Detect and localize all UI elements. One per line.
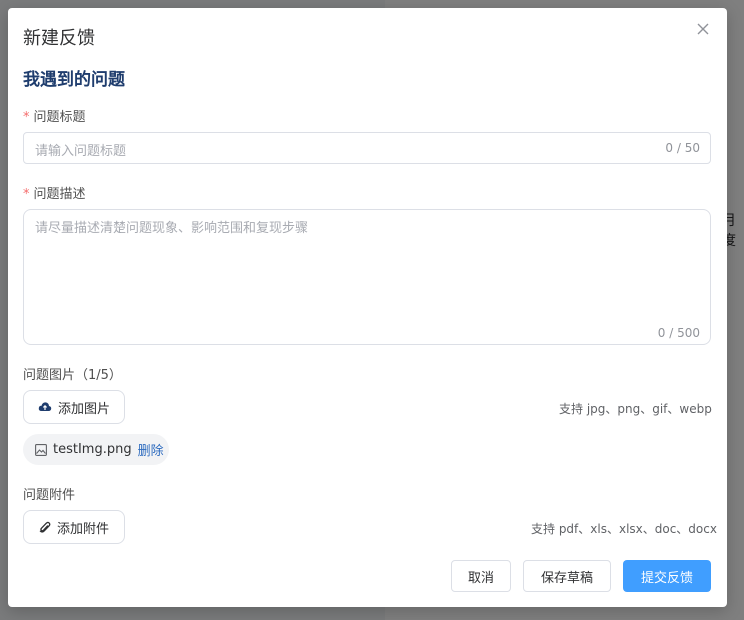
paperclip-icon bbox=[39, 521, 51, 533]
title-field-label: * 问题标题 bbox=[23, 106, 86, 125]
close-icon bbox=[697, 23, 709, 35]
dialog-title: 新建反馈 bbox=[23, 28, 95, 49]
add-image-button[interactable]: 添加图片 bbox=[23, 390, 125, 424]
attachments-field-label: 问题附件 bbox=[23, 488, 76, 503]
delete-image-link[interactable]: 删除 bbox=[138, 440, 164, 459]
section-title: 我遇到的问题 bbox=[23, 70, 125, 90]
description-char-counter: 0 / 500 bbox=[657, 326, 700, 340]
title-label-text: 问题标题 bbox=[33, 110, 86, 125]
new-feedback-dialog: 新建反馈 我遇到的问题 * 问题标题 请输入问题标题 0 / 50 * 问题描述 请… bbox=[8, 8, 727, 607]
description-textarea[interactable]: 请尽量描述清楚问题现象、影响范围和复现步骤 0 / 500 bbox=[23, 209, 711, 345]
attachment-format-hint: 支持 pdf、xls、xlsx、doc、docx bbox=[531, 522, 717, 536]
add-attachment-button[interactable]: 添加附件 bbox=[23, 510, 125, 544]
add-image-label: 添加图片 bbox=[57, 401, 110, 417]
description-placeholder: 请尽量描述清楚问题现象、影响范围和复现步骤 bbox=[35, 221, 309, 236]
image-format-hint: 支持 jpg、png、gif、webp bbox=[559, 402, 712, 416]
uploaded-image-chip: testImg.png 删除 bbox=[23, 434, 169, 465]
cloud-upload-icon bbox=[38, 402, 52, 411]
title-char-counter: 0 / 50 bbox=[665, 141, 700, 155]
close-button[interactable] bbox=[694, 20, 712, 38]
title-input[interactable]: 请输入问题标题 0 / 50 bbox=[23, 132, 711, 164]
image-file-icon bbox=[35, 443, 47, 456]
required-mark: * bbox=[23, 187, 30, 202]
images-field-label: 问题图片（1/5） bbox=[23, 368, 122, 383]
add-attachment-label: 添加附件 bbox=[56, 521, 109, 537]
description-label-text: 问题描述 bbox=[33, 187, 86, 202]
description-field-label: * 问题描述 bbox=[23, 183, 86, 202]
save-draft-button[interactable]: 保存草稿 bbox=[523, 560, 611, 592]
submit-feedback-button[interactable]: 提交反馈 bbox=[623, 560, 711, 592]
required-mark: * bbox=[23, 110, 30, 125]
title-input-placeholder: 请输入问题标题 bbox=[35, 144, 127, 159]
cancel-button[interactable]: 取消 bbox=[451, 560, 511, 592]
uploaded-file-name: testImg.png bbox=[53, 442, 132, 457]
